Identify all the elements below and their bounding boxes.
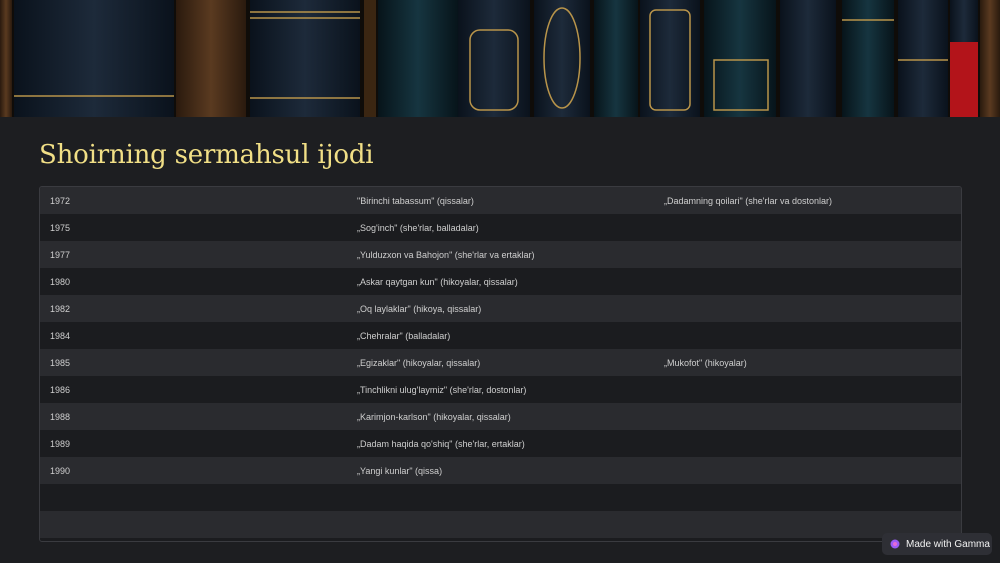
year-cell: 1986 — [50, 384, 71, 395]
year-cell: 1980 — [50, 276, 71, 287]
work-cell-1: „Yangi kunlar" (qissa) — [357, 465, 443, 476]
work-cell-1: „Karimjon-karlson" (hikoyalar, qissalar) — [357, 411, 511, 422]
work-cell-1: „Chehralar" (balladalar) — [357, 330, 451, 341]
work-cell-1: „Egizaklar" (hikoyalar, qissalar) — [357, 357, 481, 368]
work-cell-2: „Mukofot" (hikoyalar) — [664, 357, 747, 368]
table-row: 1975 „Sog'inch" (she'rlar, balladalar) — [40, 214, 961, 241]
year-cell: 1975 — [50, 222, 71, 233]
table-row: 1988 „Karimjon-karlson" (hikoyalar, qissa… — [40, 403, 961, 430]
year-cell: 1972 — [50, 195, 71, 206]
table-row: 1982 „Oq laylaklar" (hikoya, qissalar) — [40, 295, 961, 322]
table-row: 1980 „Askar qaytgan kun" (hikoyalar, qiss… — [40, 268, 961, 295]
work-cell-1: „Tinchlikni ulug'laymiz" (she'rlar, dost… — [357, 384, 527, 395]
table-row: 1989 „Dadam haqida qo'shiq" (she'rlar, er… — [40, 430, 961, 457]
works-table: 1972 "Birinchi tabassum" (qissalar) „Dadam… — [39, 186, 962, 542]
year-cell: 1989 — [50, 438, 71, 449]
work-cell-2: „Dadamning qoilari" (she'rlar va dostonl… — [664, 195, 832, 206]
bookshelf-illustration — [0, 0, 1000, 117]
table-row — [40, 511, 961, 538]
work-cell-1: „Dadam haqida qo'shiq" (she'rlar, ertakl… — [357, 438, 525, 449]
table-row: 1972 "Birinchi tabassum" (qissalar) „Dadam… — [40, 187, 961, 214]
badge-label: Made with Gamma — [906, 538, 990, 550]
gamma-logo-icon — [890, 539, 900, 549]
made-with-gamma-badge[interactable]: Made with Gamma — [882, 533, 992, 555]
table-row: 1985 „Egizaklar" (hikoyalar, qissalar) „Mu… — [40, 349, 961, 376]
table-row: 1986 „Tinchlikni ulug'laymiz" (she'rlar, … — [40, 376, 961, 403]
table-row: 1984 „Chehralar" (balladalar) — [40, 322, 961, 349]
work-cell-1: „Askar qaytgan kun" (hikoyalar, qissalar… — [357, 276, 518, 287]
table-row: 1977 „Yulduzxon va Bahojon" (she'rlar va … — [40, 241, 961, 268]
work-cell-1: „Oq laylaklar" (hikoya, qissalar) — [357, 303, 482, 314]
work-cell-1: „Yulduzxon va Bahojon" (she'rlar va erta… — [357, 249, 535, 260]
work-cell-1: „Sog'inch" (she'rlar, balladalar) — [357, 222, 479, 233]
table-row — [40, 484, 961, 511]
year-cell: 1982 — [50, 303, 71, 314]
table-row: 1990 „Yangi kunlar" (qissa) — [40, 457, 961, 484]
year-cell: 1984 — [50, 330, 71, 341]
work-cell-1: "Birinchi tabassum" (qissalar) — [357, 195, 474, 206]
header-banner-image — [0, 0, 1000, 117]
page-title: Shoirning sermahsul ijodi — [39, 140, 374, 170]
year-cell: 1977 — [50, 249, 71, 260]
year-cell: 1985 — [50, 357, 71, 368]
year-cell: 1988 — [50, 411, 71, 422]
year-cell: 1990 — [50, 465, 71, 476]
